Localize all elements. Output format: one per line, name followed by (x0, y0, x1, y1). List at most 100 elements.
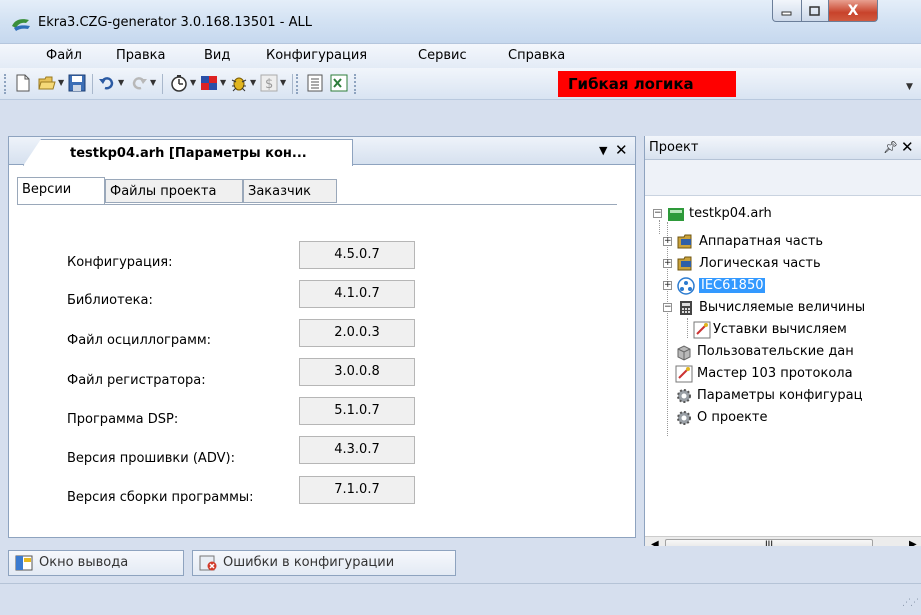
pin-icon[interactable]: 📌︎ (883, 140, 898, 154)
project-panel-title: Проект (649, 140, 699, 155)
output-window-icon (15, 555, 33, 571)
bottom-tabstrip: Окно вывода Ошибки в конфигурации (0, 546, 921, 580)
version-value: 2.0.0.3 (299, 319, 415, 347)
variable-dropdown-icon[interactable]: ▼ (280, 78, 286, 87)
undo-icon[interactable] (98, 74, 116, 92)
tab-label: Окно вывода (39, 555, 129, 570)
variable-icon[interactable]: $ (260, 74, 278, 92)
timer-icon[interactable] (170, 74, 188, 92)
open-dropdown-icon[interactable]: ▼ (58, 78, 64, 87)
minimize-icon (781, 11, 792, 15)
debug-dropdown-icon[interactable]: ▼ (250, 78, 256, 87)
tree-item-label: Уставки вычисляем (713, 322, 847, 337)
tab-project-files[interactable]: Файлы проекта (105, 179, 243, 203)
version-value: 5.1.0.7 (299, 397, 415, 425)
document-panel: testkp04.arh [Параметры кон... ▼ ✕ Верси… (8, 136, 636, 538)
toolbar-separator (92, 74, 93, 94)
flag-dropdown-icon[interactable]: ▼ (220, 78, 226, 87)
close-document-icon[interactable]: ✕ (615, 141, 628, 159)
toolbar-grip[interactable] (354, 74, 357, 94)
excel-icon[interactable] (330, 74, 348, 92)
menu-view[interactable]: Вид (204, 48, 230, 63)
version-label: Программа DSP: (67, 412, 179, 427)
version-label: Файл осциллограмм: (67, 333, 212, 348)
resize-grip-icon[interactable]: ⋰⋰ (902, 598, 919, 608)
tab-config-errors[interactable]: Ошибки в конфигурации (192, 550, 456, 576)
version-value: 4.3.0.7 (299, 436, 415, 464)
version-label: Версия прошивки (ADV): (67, 451, 235, 466)
toolbar-grip[interactable] (296, 74, 299, 94)
expand-icon[interactable]: + (663, 259, 672, 268)
title-bar: Ekra3.CZG-generator 3.0.168.13501 - ALL … (0, 0, 921, 44)
version-label: Библиотека: (67, 293, 153, 308)
menu-edit[interactable]: Правка (116, 48, 165, 63)
tab-content-border (17, 204, 617, 205)
tab-customer[interactable]: Заказчик (243, 179, 337, 203)
toolbar-separator (162, 74, 163, 94)
flag-grid-icon[interactable] (200, 74, 218, 92)
timer-dropdown-icon[interactable]: ▼ (190, 78, 196, 87)
version-label: Конфигурация: (67, 255, 173, 270)
menu-help[interactable]: Справка (508, 48, 565, 63)
tab-versions[interactable]: Версии (17, 177, 105, 205)
menu-configuration[interactable]: Конфигурация (266, 48, 367, 63)
collapse-icon[interactable]: − (663, 303, 672, 312)
toolbar: ▼ ▼ ▼ ▼ ▼ ▼ $ ▼ Гибкая логика ▼ (0, 68, 921, 100)
collapse-icon[interactable]: − (653, 209, 662, 218)
tree-item-label: Вычисляемые величины (699, 300, 866, 315)
tree-item-label: testkp04.arh (689, 206, 772, 221)
toolbar-separator (292, 74, 293, 94)
tree-item-label: IEC61850 (699, 278, 766, 293)
save-icon[interactable] (68, 74, 86, 92)
app-logo-icon (12, 19, 30, 31)
error-list-icon (199, 555, 217, 571)
folder-icon (677, 256, 692, 271)
undo-dropdown-icon[interactable]: ▼ (118, 78, 124, 87)
gear-icon (677, 389, 691, 403)
tree-connector (659, 220, 660, 234)
minimize-button[interactable] (772, 0, 802, 22)
project-panel-header: Проект 📌︎ ✕ (645, 136, 921, 160)
tree-item-label: Логическая часть (699, 256, 821, 271)
toolbar-overflow-icon[interactable]: ▼ (906, 82, 913, 92)
close-icon: X (847, 2, 859, 19)
document-tab[interactable]: testkp04.arh [Параметры кон... (23, 139, 353, 166)
close-panel-icon[interactable]: ✕ (901, 138, 914, 156)
project-file-icon (668, 208, 684, 221)
redo-icon[interactable] (130, 74, 148, 92)
flex-logic-button[interactable]: Гибкая логика (558, 71, 736, 97)
expand-icon[interactable]: + (663, 237, 672, 246)
tree-item-label: Мастер 103 протокола (697, 366, 853, 381)
app-window: Ekra3.CZG-generator 3.0.168.13501 - ALL … (0, 0, 921, 615)
menu-bar: Файл Правка Вид Конфигурация Сервис Спра… (0, 44, 921, 68)
version-value: 3.0.0.8 (299, 358, 415, 386)
project-panel: Проект 📌︎ ✕ − testkp04.arh + Аппаратная … (644, 136, 921, 556)
version-value: 4.1.0.7 (299, 280, 415, 308)
version-value: 7.1.0.7 (299, 476, 415, 504)
tree-item-label: Пользовательские дан (697, 344, 854, 359)
menu-file[interactable]: Файл (46, 48, 82, 63)
wizard-icon (693, 321, 711, 339)
redo-dropdown-icon[interactable]: ▼ (150, 78, 156, 87)
menu-service[interactable]: Сервис (418, 48, 467, 63)
folder-icon (677, 234, 692, 249)
debug-bug-icon[interactable] (230, 74, 248, 92)
version-label: Файл регистратора: (67, 373, 206, 388)
tree-item-label: О проекте (697, 410, 768, 425)
tab-list-dropdown-icon[interactable]: ▼ (599, 144, 607, 157)
maximize-button[interactable] (801, 0, 829, 22)
close-button[interactable]: X (828, 0, 878, 22)
svg-text:$: $ (265, 77, 273, 92)
new-file-icon[interactable] (14, 74, 32, 92)
calculator-icon (680, 301, 692, 315)
window-title: Ekra3.CZG-generator 3.0.168.13501 - ALL (38, 15, 312, 30)
wizard-icon (675, 365, 693, 383)
tree-connector (687, 318, 688, 338)
list-icon[interactable] (306, 74, 324, 92)
toolbar-grip[interactable] (4, 74, 7, 94)
open-folder-icon[interactable] (38, 74, 56, 92)
tab-output-window[interactable]: Окно вывода (8, 550, 184, 576)
user-data-icon (677, 345, 691, 361)
tab-label: Ошибки в конфигурации (223, 555, 395, 570)
expand-icon[interactable]: + (663, 281, 672, 290)
